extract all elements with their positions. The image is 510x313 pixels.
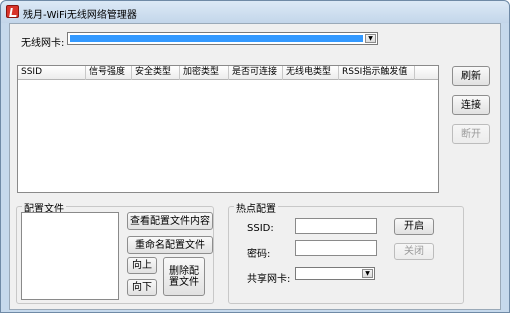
client-area: 无线网卡: ▼ SSID 信号强度 安全类型 加密类型 是否可连接 无线电类型 … [9,23,501,310]
network-list[interactable]: SSID 信号强度 安全类型 加密类型 是否可连接 无线电类型 RSSI指示触发… [17,65,439,193]
disconnect-button[interactable]: 断开 [452,124,490,144]
chevron-down-icon[interactable]: ▼ [362,269,373,278]
share-adapter-select[interactable]: ▼ [295,267,375,280]
column-signal[interactable]: 信号强度 [86,66,132,80]
chevron-down-icon[interactable]: ▼ [365,34,376,43]
ssid-label: SSID: [247,223,274,234]
main-window: 残月-WiFi无线网络管理器 无线网卡: ▼ SSID 信号强度 安全类型 加密… [0,0,510,313]
window-title: 残月-WiFi无线网络管理器 [23,10,137,21]
column-encryption[interactable]: 加密类型 [180,66,229,80]
column-filler [415,66,438,80]
app-icon [6,5,19,18]
hotspot-group: 热点配置 SSID: 密码: 共享网卡: ▼ 开启 关闭 [228,200,464,304]
view-profile-button[interactable]: 查看配置文件内容 [127,212,213,230]
adapter-label: 无线网卡: [21,38,65,49]
column-security[interactable]: 安全类型 [132,66,180,80]
column-connectable[interactable]: 是否可连接 [229,66,283,80]
profile-group: 配置文件 查看配置文件内容 重命名配置文件 向上 向下 删除配置文件 [16,200,214,304]
share-adapter-label: 共享网卡: [247,274,291,285]
move-up-button[interactable]: 向上 [127,257,157,274]
profile-list[interactable] [21,212,119,300]
column-radio-type[interactable]: 无线电类型 [283,66,339,80]
hotspot-group-title: 热点配置 [234,200,278,215]
adapter-selected-value [70,35,363,42]
rename-profile-button[interactable]: 重命名配置文件 [127,236,213,254]
start-hotspot-button[interactable]: 开启 [394,218,434,235]
password-input[interactable] [295,240,377,256]
delete-profile-button[interactable]: 删除配置文件 [163,257,205,296]
move-down-button[interactable]: 向下 [127,279,157,296]
column-ssid[interactable]: SSID [18,66,86,80]
password-label: 密码: [247,249,271,260]
adapter-select[interactable]: ▼ [67,32,378,45]
ssid-input[interactable] [295,218,377,234]
network-list-header: SSID 信号强度 安全类型 加密类型 是否可连接 无线电类型 RSSI指示触发… [18,66,438,80]
column-rssi[interactable]: RSSI指示触发值 [339,66,415,80]
title-bar: 残月-WiFi无线网络管理器 [1,1,509,23]
stop-hotspot-button[interactable]: 关闭 [394,243,434,260]
refresh-button[interactable]: 刷新 [452,66,490,86]
connect-button[interactable]: 连接 [452,95,490,115]
